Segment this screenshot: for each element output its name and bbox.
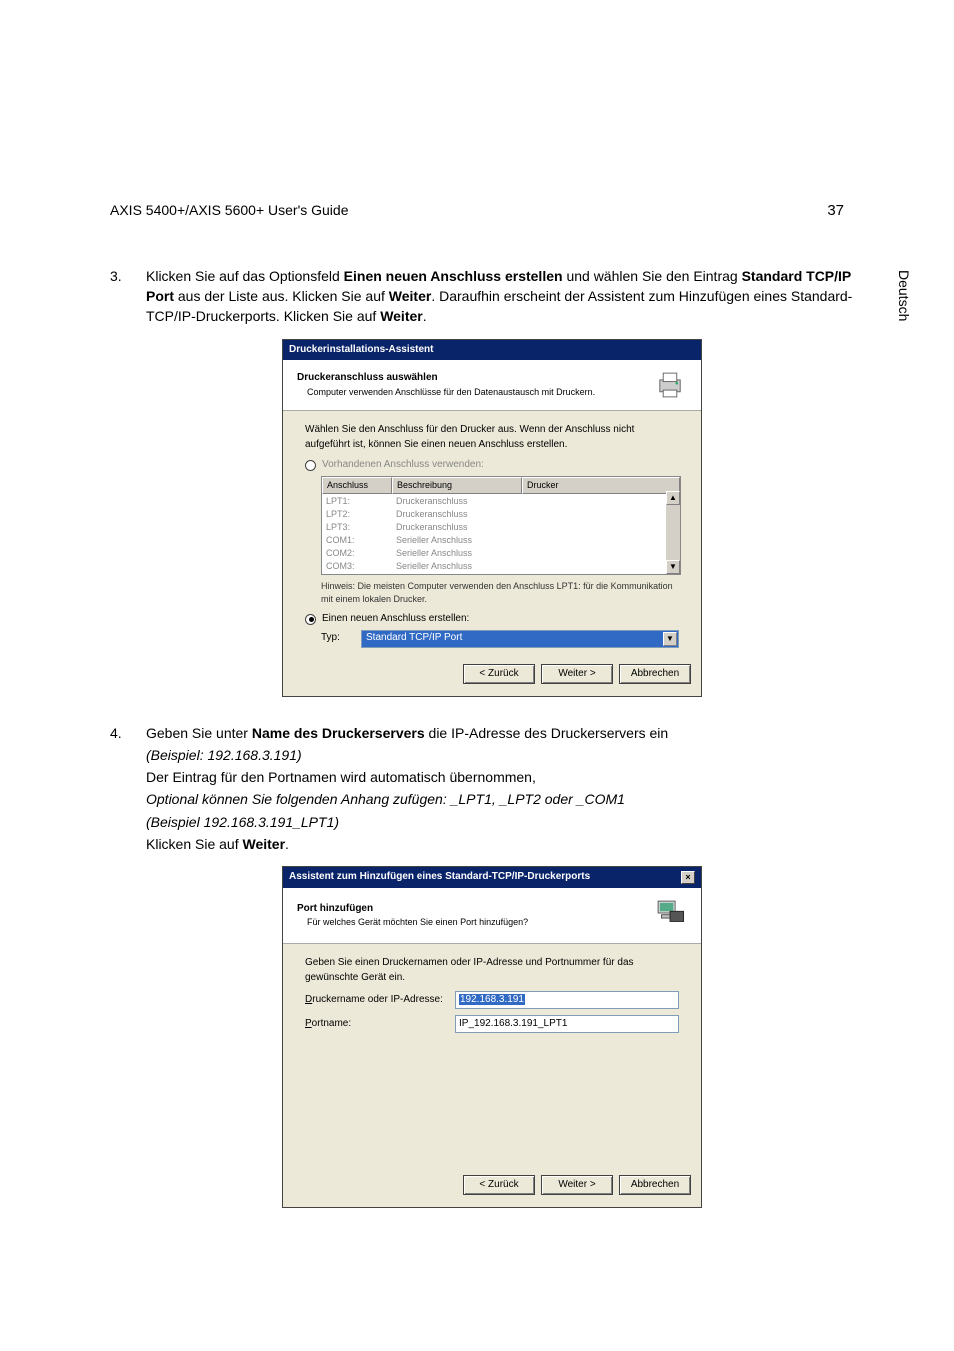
step4-example1: (Beispiel: 192.168.3.191) [146,745,874,765]
step-number: 4. [110,723,132,857]
close-icon[interactable]: × [681,871,695,884]
dialog2-title: Assistent zum Hinzufügen eines Standard-… [289,870,590,885]
print-server-name: Name des Druckerservers [252,725,425,741]
step4-line3: Der Eintrag für den Portnamen wird autom… [146,767,874,787]
radio-existing-label: Vorhandenen Anschluss verwenden: [322,458,484,473]
port-row: COM2:Serieller Anschluss [322,547,680,560]
ip-address-label: Druckername oder IP-Adresse: [305,993,445,1008]
port-row: LPT3:Druckeranschluss [322,521,680,534]
port-row: COM1:Serieller Anschluss [322,534,680,547]
step3-text: Klicken Sie auf das Optionsfeld Einen ne… [146,266,874,327]
radio-icon [305,460,316,471]
port-table-scrollbar[interactable]: ▲ ▼ [666,491,680,574]
port-type-value: Standard TCP/IP Port [366,631,462,646]
back-button[interactable]: < Zurück [463,1175,535,1195]
btn-next-text2: Weiter [380,308,423,324]
dialog1-heading: Druckeranschluss auswählen [297,371,595,386]
radio-selected-icon [305,614,316,625]
port-row: LPT1:Druckeranschluss [322,495,680,508]
radio-new-port[interactable]: Einen neuen Anschluss erstellen: [305,612,679,627]
printer-icon [653,368,687,402]
cancel-button[interactable]: Abbrechen [619,664,691,684]
dialog1-titlebar: Druckerinstallations-Assistent [283,340,701,361]
port-col-beschreibung[interactable]: Beschreibung [392,477,522,494]
scroll-down-icon[interactable]: ▼ [666,560,680,574]
btn-next-text1: Weiter [389,288,432,304]
dialog2-subheading: Für welches Gerät möchten Sie einen Port… [297,916,528,929]
network-device-icon [653,896,687,936]
radio-new-label: Einen neuen Anschluss erstellen: [322,612,469,627]
add-tcp-port-wizard-dialog: Assistent zum Hinzufügen eines Standard-… [282,866,702,1208]
port-type-combo[interactable]: Standard TCP/IP Port ▼ [361,630,679,648]
page-header: AXIS 5400+/AXIS 5600+ User's Guide 37 [110,200,874,222]
port-name-input[interactable]: IP_192.168.3.191_LPT1 [455,1015,679,1033]
doc-title: AXIS 5400+/AXIS 5600+ User's Guide [110,200,349,220]
dialog2-heading: Port hinzufügen [297,902,528,917]
port-name-label: Portname: [305,1017,445,1032]
dialog1-title: Druckerinstallations-Assistent [289,343,434,358]
dialog2-titlebar: Assistent zum Hinzufügen eines Standard-… [283,867,701,888]
next-button[interactable]: Weiter > [541,664,613,684]
cancel-button[interactable]: Abbrechen [619,1175,691,1195]
next-text: Weiter [243,836,286,852]
dialog2-intro: Geben Sie einen Druckernamen oder IP-Adr… [305,956,679,985]
port-row: COM3:Serieller Anschluss [322,560,680,573]
type-label: Typ: [321,631,351,646]
chevron-down-icon[interactable]: ▼ [663,632,677,646]
back-button[interactable]: < Zurück [463,664,535,684]
dialog1-subheading: Computer verwenden Anschlüsse für den Da… [297,386,595,399]
dialog1-intro: Wählen Sie den Anschluss für den Drucker… [305,423,679,452]
step-3: 3. Klicken Sie auf das Optionsfeld Einen… [110,266,874,329]
step-4: 4. Geben Sie unter Name des Druckerserve… [110,723,874,857]
page-number: 37 [827,200,844,222]
step4-example2: (Beispiel 192.168.3.191_LPT1) [146,812,874,832]
dialog1-hint: Hinweis: Die meisten Computer verwenden … [321,580,679,606]
step4-line1: Geben Sie unter Name des Druckerservers … [146,723,874,743]
step4-line6: Klicken Sie auf Weiter. [146,834,874,854]
scroll-up-icon[interactable]: ▲ [666,491,680,505]
opt-new-port: Einen neuen Anschluss erstellen [344,268,563,284]
printer-install-wizard-dialog: Druckerinstallations-Assistent Druckeran… [282,339,702,697]
step-number: 3. [110,266,132,329]
step4-optional: Optional können Sie folgenden Anhang zuf… [146,789,874,809]
port-col-drucker[interactable]: Drucker [522,477,680,494]
language-tab: Deutsch [894,270,914,321]
radio-existing-port[interactable]: Vorhandenen Anschluss verwenden: [305,458,679,473]
port-row: LPT2:Druckeranschluss [322,508,680,521]
next-button[interactable]: Weiter > [541,1175,613,1195]
ip-address-input[interactable]: 192.168.3.191 [455,991,679,1009]
port-table: Anschluss Beschreibung Drucker LPT1:Druc… [321,476,681,575]
port-col-anschluss[interactable]: Anschluss [322,477,392,494]
